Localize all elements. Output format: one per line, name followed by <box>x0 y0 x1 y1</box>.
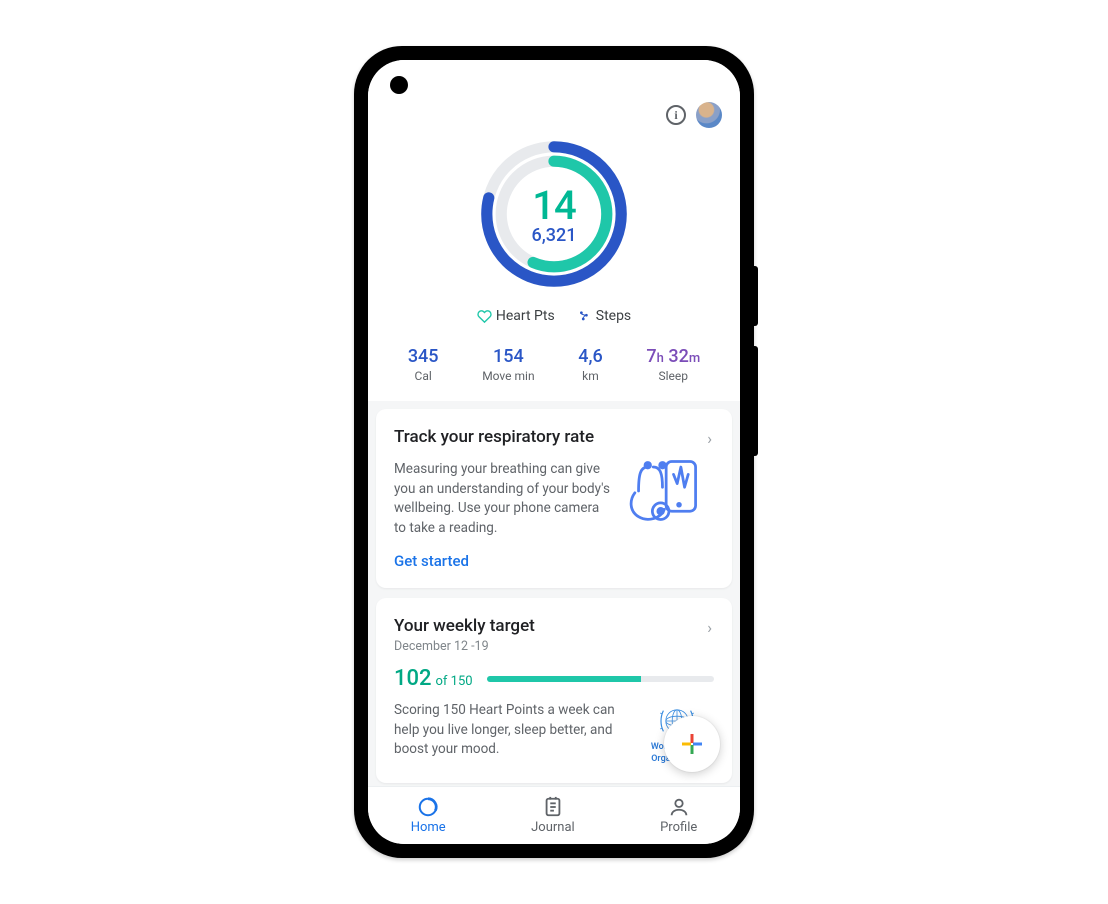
chevron-right-icon[interactable]: › <box>705 427 714 450</box>
target-progress-label: 102 of 150 <box>394 666 473 691</box>
activity-ring[interactable]: 14 6,321 <box>474 134 634 294</box>
stat-cal[interactable]: 345 Cal <box>408 346 439 383</box>
home-ring-icon <box>417 796 439 818</box>
stat-value: 4,6 <box>578 346 603 367</box>
legend-steps: Steps <box>596 308 631 324</box>
ring-legend: Heart Pts Steps <box>386 308 722 324</box>
card-body-text: Measuring your breathing can give you an… <box>394 460 612 538</box>
target-progress-bar <box>487 676 714 682</box>
nav-label: Profile <box>660 820 697 835</box>
dashboard-header: i 14 6,321 <box>368 60 740 401</box>
legend-heart-pts: Heart Pts <box>496 308 555 324</box>
add-fab-button[interactable] <box>664 716 720 772</box>
journal-icon <box>542 796 564 818</box>
nav-label: Journal <box>531 820 575 835</box>
app-screen: i 14 6,321 <box>368 60 740 844</box>
stat-value: 7h 32m <box>646 346 700 367</box>
steps-value: 6,321 <box>532 225 577 246</box>
stat-value: 345 <box>408 346 439 367</box>
phone-frame: i 14 6,321 <box>354 46 754 858</box>
card-title: Your weekly target <box>394 616 535 636</box>
stat-label: Move min <box>482 369 534 383</box>
bottom-nav: Home Journal Profile <box>368 786 740 844</box>
card-subtitle: December 12 -19 <box>394 639 535 654</box>
nav-home[interactable]: Home <box>411 796 446 835</box>
card-title: Track your respiratory rate <box>394 427 594 447</box>
steps-icon <box>577 309 592 324</box>
side-button <box>754 346 758 456</box>
camera-punch-hole <box>390 76 408 94</box>
stat-sleep[interactable]: 7h 32m Sleep <box>646 346 700 383</box>
nav-label: Home <box>411 820 446 835</box>
plus-icon <box>680 732 704 756</box>
stats-row: 345 Cal 154 Move min 4,6 km 7h 32m Sleep <box>386 346 722 401</box>
card-respiratory[interactable]: Track your respiratory rate › Measuring … <box>376 409 732 588</box>
heart-icon <box>477 309 492 324</box>
avatar[interactable] <box>696 102 722 128</box>
stat-km[interactable]: 4,6 km <box>578 346 603 383</box>
stat-value: 154 <box>482 346 534 367</box>
stat-label: Cal <box>408 369 439 383</box>
profile-icon <box>668 796 690 818</box>
nav-journal[interactable]: Journal <box>531 796 575 835</box>
get-started-link[interactable]: Get started <box>394 552 469 570</box>
stat-move-min[interactable]: 154 Move min <box>482 346 534 383</box>
stethoscope-phone-icon <box>622 456 714 534</box>
info-icon[interactable]: i <box>666 105 686 125</box>
chevron-right-icon[interactable]: › <box>705 616 714 639</box>
heart-points-value: 14 <box>532 182 575 229</box>
side-button <box>754 266 758 326</box>
stat-label: Sleep <box>646 369 700 383</box>
stat-label: km <box>578 369 603 383</box>
nav-profile[interactable]: Profile <box>660 796 697 835</box>
card-body-text: Scoring 150 Heart Points a week can help… <box>394 701 630 765</box>
